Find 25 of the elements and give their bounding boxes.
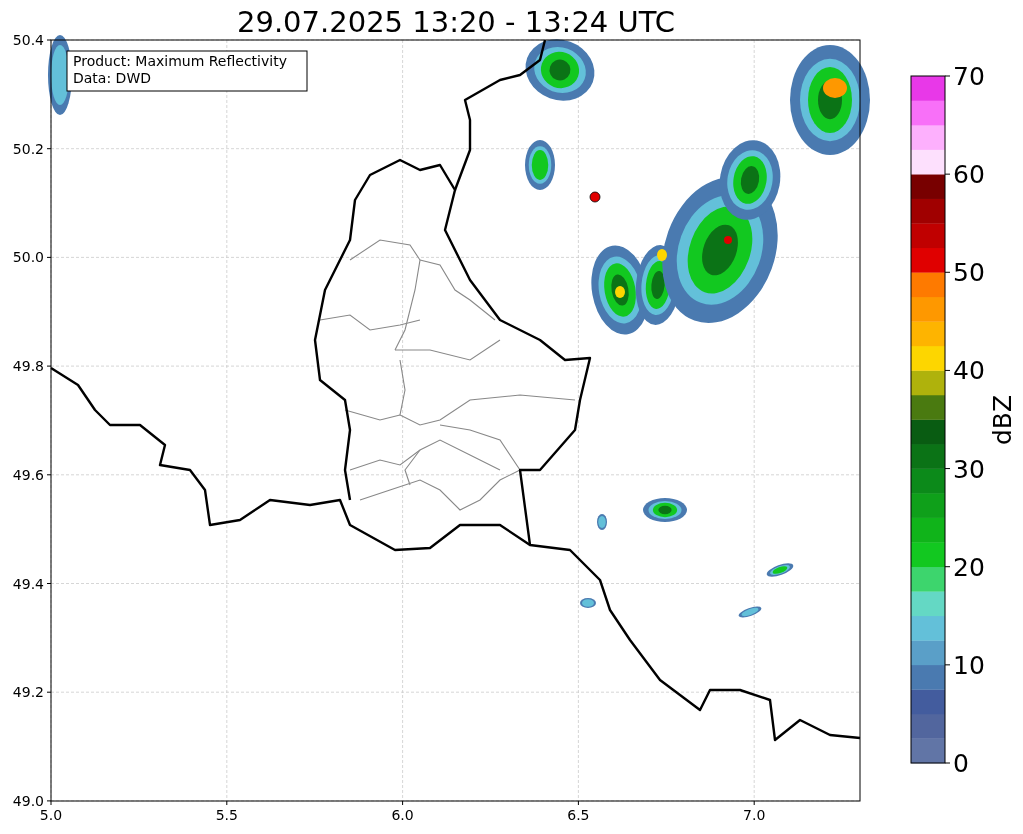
y-tick-label: 49.0 — [12, 792, 44, 809]
y-tick-label: 49.8 — [12, 358, 44, 375]
colorbar-label: dBZ — [988, 394, 1017, 446]
info-box: Product: Maximum Reflectivity Data: DWD — [66, 50, 308, 92]
colorbar-tick-label: 40 — [953, 356, 985, 386]
x-tick-label: 5.0 — [39, 807, 63, 823]
x-tick-label: 7.0 — [743, 807, 766, 823]
colorbar-tick-label: 70 — [953, 62, 985, 91]
x-tick-label: 6.0 — [391, 807, 414, 823]
colorbar-tick-label: 30 — [953, 454, 985, 484]
x-tick-label: 6.5 — [567, 807, 590, 823]
y-tick-label: 49.2 — [12, 684, 44, 701]
x-tick-label: 5.5 — [215, 807, 238, 823]
location-marker — [589, 191, 601, 203]
y-tick-label: 49.4 — [12, 575, 44, 592]
colorbar-tick-label: 10 — [953, 650, 985, 680]
colorbar-tick-label: 50 — [953, 258, 985, 288]
y-tick-label: 50.0 — [12, 249, 44, 266]
y-tick-label: 50.4 — [12, 32, 44, 48]
colorbar-tick-label: 60 — [953, 160, 985, 190]
colorbar-tick-label: 20 — [953, 552, 985, 582]
colorbar-tick-label: 0 — [953, 749, 969, 778]
y-tick-label: 50.2 — [12, 140, 44, 157]
chart-title: 29.07.2025 13:20 - 13:24 UTC — [237, 5, 675, 39]
y-tick-label: 49.6 — [12, 466, 44, 483]
